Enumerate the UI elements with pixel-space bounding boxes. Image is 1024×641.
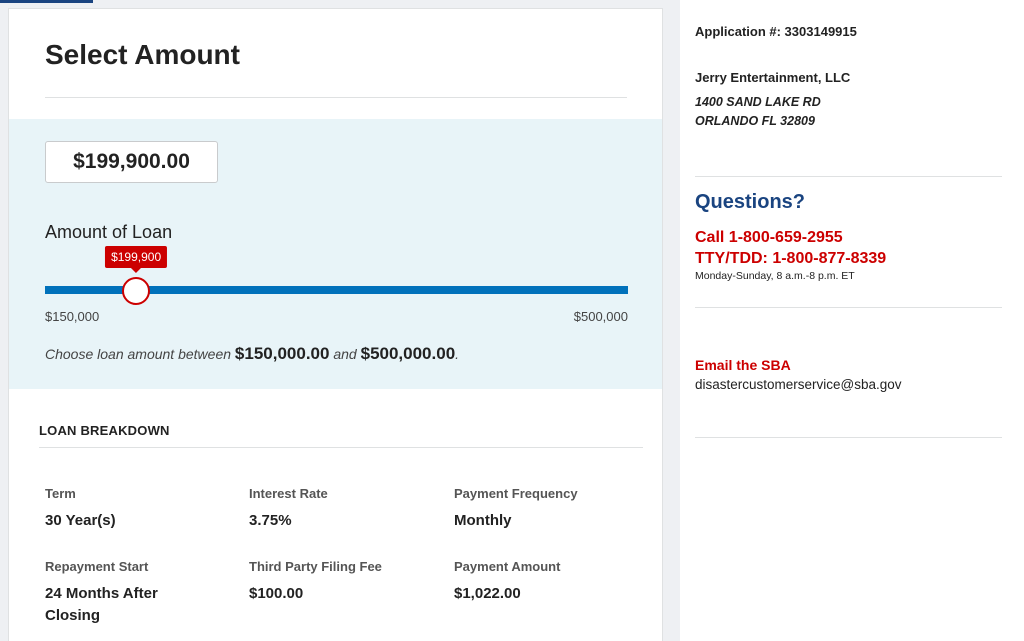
term-field: Term 30 Year(s) (45, 486, 225, 532)
slider-label: Amount of Loan (45, 222, 173, 242)
loan-breakdown-title: LOAN BREAKDOWN (39, 423, 170, 438)
filing-fee-field: Third Party Filing Fee $100.00 (249, 559, 429, 605)
field-label: Term (45, 486, 76, 501)
sidebar-divider (695, 176, 1002, 177)
field-value: 24 Months After Closing (45, 585, 158, 624)
contact-hours: Monday-Sunday, 8 a.m.-8 p.m. ET (695, 270, 855, 282)
slider-value-tooltip: $199,900 (105, 246, 168, 273)
field-label: Interest Rate (249, 486, 328, 501)
field-value: $100.00 (249, 585, 304, 602)
field-value: Monthly (454, 512, 512, 529)
field-label: Payment Amount (454, 559, 561, 574)
payment-amount-field: Payment Amount $1,022.00 (454, 559, 634, 605)
range-note-suffix: . (455, 346, 460, 362)
field-label: Third Party Filing Fee (249, 559, 382, 574)
tty-phone-link[interactable]: TTY/TDD: 1-800-877-8339 (695, 250, 886, 268)
range-note: Choose loan amount between $150,000.00 a… (45, 344, 459, 364)
questions-heading: Questions? (695, 191, 806, 213)
field-label: Payment Frequency (454, 486, 578, 501)
field-value: $1,022.00 (454, 585, 521, 602)
business-name: Jerry Entertainment, LLC (695, 70, 851, 85)
range-note-joiner: and (333, 346, 357, 362)
top-accent-bar (0, 0, 93, 3)
email-sba-heading: Email the SBA (695, 357, 791, 373)
payment-frequency-field: Payment Frequency Monthly (454, 486, 634, 532)
title-divider (45, 97, 627, 98)
field-label: Repayment Start (45, 559, 149, 574)
address-line-2: ORLANDO FL 32809 (695, 114, 815, 128)
range-note-prefix: Choose loan amount between (45, 346, 232, 362)
page-title: Select Amount (45, 39, 240, 70)
slider-min-label: $150,000 (45, 309, 100, 324)
loan-amount-input[interactable]: $199,900.00 (45, 141, 218, 183)
interest-rate-field: Interest Rate 3.75% (249, 486, 429, 532)
address-line-1: 1400 SAND LAKE RD (695, 95, 821, 109)
application-sidebar: Application #: 3303149915 Jerry Entertai… (680, 0, 1024, 641)
amount-panel: $199,900.00 Amount of Loan $199,900 $150… (9, 119, 662, 389)
call-phone-link[interactable]: Call 1-800-659-2955 (695, 229, 843, 247)
range-note-max: $500,000.00 (360, 344, 456, 363)
application-number: Application #: 3303149915 (695, 24, 857, 39)
breakdown-divider (39, 447, 643, 448)
field-value: 30 Year(s) (45, 512, 116, 529)
loan-amount-slider-thumb[interactable] (122, 277, 151, 305)
range-note-min: $150,000.00 (234, 344, 330, 363)
sidebar-divider (695, 437, 1002, 438)
email-link[interactable]: disastercustomerservice@sba.gov (695, 377, 902, 392)
select-amount-card: Select Amount $199,900.00 Amount of Loan… (8, 8, 663, 641)
repayment-start-field: Repayment Start 24 Months After Closing (45, 559, 195, 627)
slider-max-label: $500,000 (573, 309, 628, 324)
field-value: 3.75% (249, 512, 292, 529)
sidebar-divider (695, 307, 1002, 308)
